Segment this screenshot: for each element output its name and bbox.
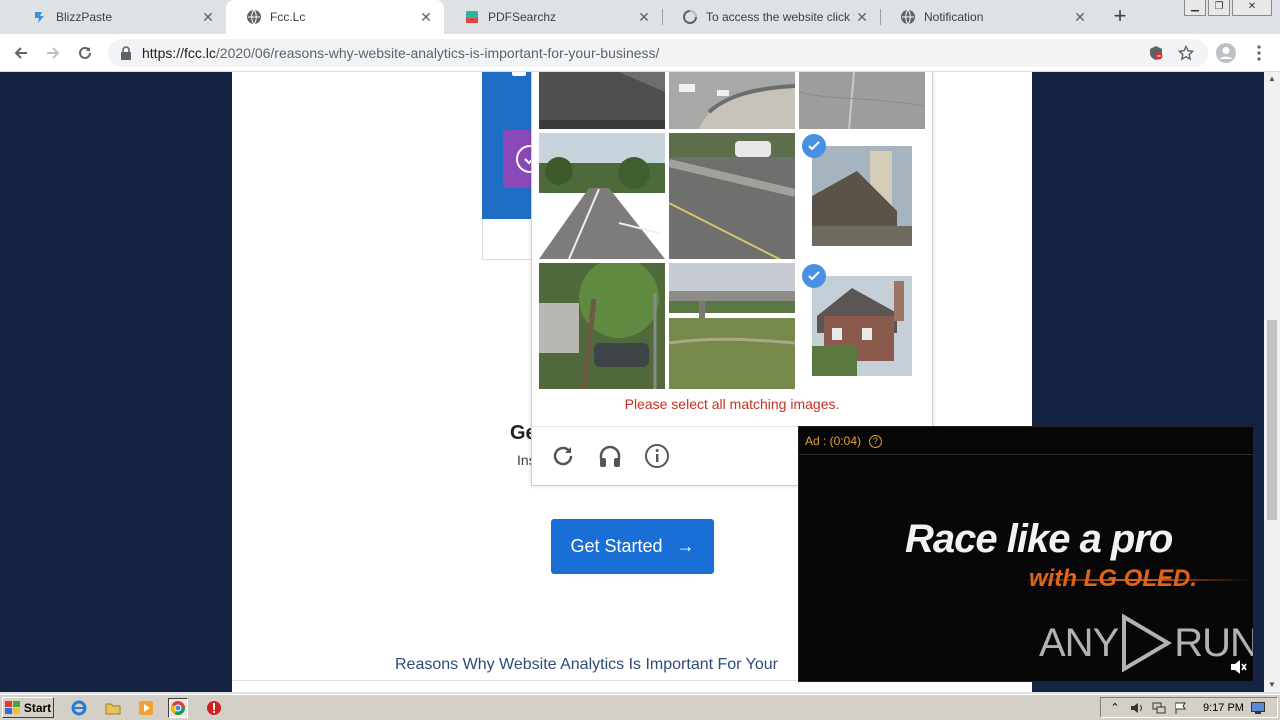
captcha-tile[interactable]	[669, 263, 795, 389]
tab-strip: BlizzPaste ✕ Fcc.Lc ✕ PDFSearchz ✕ To ac…	[0, 0, 1280, 34]
close-icon[interactable]: ✕	[854, 9, 870, 25]
stop-icon[interactable]	[204, 698, 224, 718]
captcha-challenge: Please select all matching images.	[531, 72, 933, 486]
new-tab-button[interactable]: +	[1108, 5, 1132, 29]
anyrun-watermark: ANY RUN	[1039, 613, 1253, 673]
back-arrow-icon	[14, 47, 27, 59]
close-icon[interactable]: ✕	[418, 9, 434, 25]
forward-arrow-icon	[47, 47, 60, 59]
selected-check-icon	[802, 134, 826, 158]
close-icon[interactable]: ✕	[636, 9, 652, 25]
reload-button[interactable]	[72, 40, 98, 66]
tab-pdfsearchz[interactable]: PDFSearchz ✕	[444, 0, 662, 34]
scroll-down-icon[interactable]: ▼	[1264, 678, 1280, 692]
ad-header: Ad : (0:04) ?	[805, 434, 883, 448]
ad-countdown: Ad : (0:04)	[805, 434, 862, 448]
article-link[interactable]: Reasons Why Website Analytics Is Importa…	[395, 656, 778, 674]
captcha-error-message: Please select all matching images.	[624, 396, 840, 412]
windows-taskbar: Start ⌃ 9:17 PM	[0, 694, 1280, 720]
system-tray: ⌃ 9:17 PM	[1100, 697, 1278, 718]
scroll-up-icon[interactable]: ▲	[1264, 72, 1280, 86]
url-path: /2020/06/reasons-why-website-analytics-i…	[215, 45, 660, 61]
captcha-tile[interactable]	[799, 72, 925, 129]
tab-fcc[interactable]: Fcc.Lc ✕	[226, 0, 444, 34]
info-icon[interactable]	[642, 441, 672, 471]
pdfsearchz-icon	[464, 9, 480, 25]
volume-icon[interactable]	[1129, 700, 1145, 716]
captcha-tile[interactable]	[539, 72, 665, 129]
lock-icon	[120, 46, 134, 60]
get-started-button[interactable]: Get Started →	[551, 519, 714, 574]
ad-subtitle: with LG OLED.	[1029, 565, 1197, 592]
ad-title: Race like a pro	[905, 517, 1173, 561]
cta-label: Get Started	[570, 536, 663, 556]
divider	[799, 454, 1253, 455]
start-label: Start	[23, 700, 52, 715]
profile-avatar-icon[interactable]	[1213, 40, 1239, 66]
tab-blizzpaste[interactable]: BlizzPaste ✕	[12, 0, 226, 34]
taskbar-clock: 9:17 PM	[1203, 701, 1244, 714]
tab-access-website[interactable]: To access the website click the ' ✕	[662, 0, 880, 34]
captcha-tile-selected[interactable]	[812, 146, 912, 246]
close-icon[interactable]: ✕	[1072, 9, 1088, 25]
help-icon[interactable]: ?	[869, 434, 883, 448]
captcha-tile[interactable]	[669, 72, 795, 129]
tab-title: To access the website click the '	[706, 10, 854, 24]
folder-icon[interactable]	[103, 698, 123, 718]
captcha-tile-selected[interactable]	[812, 276, 912, 376]
network-icon[interactable]	[1151, 700, 1167, 716]
blizzpaste-icon	[32, 9, 48, 25]
tray-expand-icon[interactable]: ⌃	[1107, 700, 1123, 716]
media-player-icon[interactable]	[136, 698, 156, 718]
close-icon[interactable]: ✕	[200, 9, 216, 25]
card-logo-fragment	[512, 72, 526, 76]
windows-logo-icon	[4, 700, 20, 714]
chrome-taskbar-icon[interactable]	[168, 698, 188, 718]
muted-speaker-icon[interactable]	[1229, 658, 1247, 676]
loading-globe-icon	[682, 9, 698, 25]
selected-check-icon	[802, 264, 826, 288]
captcha-tile[interactable]	[669, 133, 795, 259]
flag-icon[interactable]	[1173, 700, 1189, 716]
play-triangle-icon	[1122, 613, 1173, 673]
address-bar[interactable]: https://fcc.lc/2020/06/reasons-why-websi…	[108, 39, 1208, 67]
watermark-text: ANY	[1039, 620, 1119, 665]
globe-icon	[246, 9, 262, 25]
video-ad[interactable]: Ad : (0:04) ? Race like a pro with LG OL…	[798, 426, 1254, 682]
ie-icon[interactable]	[69, 698, 89, 718]
audio-icon[interactable]	[595, 441, 625, 471]
page-scrollbar[interactable]: ▲ ▼	[1264, 72, 1280, 692]
restore-button[interactable]: ❐	[1208, 0, 1230, 16]
captcha-tile[interactable]	[539, 263, 665, 389]
refresh-icon	[79, 46, 91, 59]
url-host: https://fcc.lc	[142, 45, 216, 61]
captcha-tile[interactable]	[539, 133, 665, 259]
browser-toolbar: https://fcc.lc/2020/06/reasons-why-websi…	[0, 34, 1280, 72]
back-button[interactable]	[8, 40, 34, 66]
menu-dots-icon[interactable]	[1246, 40, 1272, 66]
bookmark-star-icon[interactable]	[1178, 39, 1194, 67]
tab-title: Fcc.Lc	[270, 10, 306, 24]
window-controls: ▁ ❐ ✕	[1184, 0, 1272, 16]
globe-icon	[900, 9, 916, 25]
scroll-thumb[interactable]	[1267, 320, 1277, 520]
minimize-button[interactable]: ▁	[1184, 0, 1206, 16]
forward-button[interactable]	[40, 40, 66, 66]
close-window-button[interactable]: ✕	[1232, 0, 1272, 16]
tab-title: PDFSearchz	[488, 10, 557, 24]
tab-title: BlizzPaste	[56, 10, 113, 24]
tab-title: Notification	[924, 10, 984, 24]
show-desktop-icon[interactable]	[1250, 700, 1266, 716]
tab-notification[interactable]: Notification ✕	[880, 0, 1098, 34]
arrow-right-icon: →	[676, 536, 695, 556]
start-button[interactable]: Start	[2, 697, 54, 718]
reload-icon[interactable]	[548, 441, 578, 471]
blocked-content-icon[interactable]	[1148, 39, 1164, 67]
